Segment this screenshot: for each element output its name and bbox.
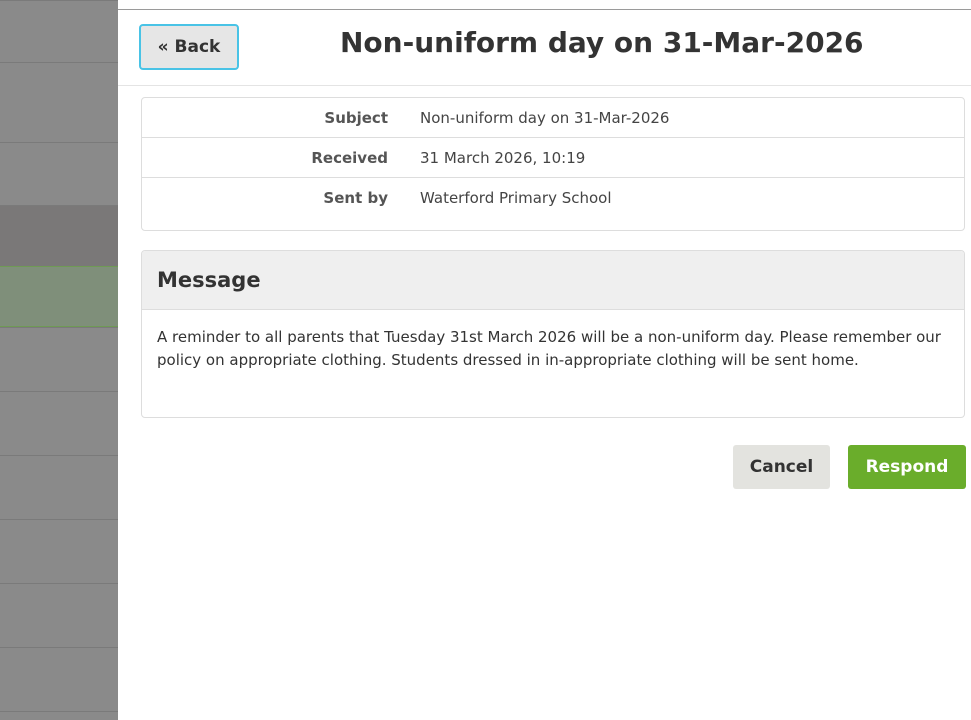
respond-button[interactable]: Respond	[848, 445, 966, 489]
message-heading: Message	[142, 251, 964, 310]
sidebar-item[interactable]	[0, 583, 118, 647]
message-details-table: Subject Non-uniform day on 31-Mar-2026 R…	[141, 97, 965, 231]
header-bar: « Back Non-uniform day on 31-Mar-2026	[118, 0, 971, 86]
sent-by-value: Waterford Primary School	[420, 188, 612, 207]
received-label: Received	[311, 148, 388, 167]
details-row-subject: Subject Non-uniform day on 31-Mar-2026	[142, 98, 964, 138]
sidebar-item[interactable]	[0, 647, 118, 711]
details-row-received: Received 31 March 2026, 10:19	[142, 138, 964, 178]
sidebar-item[interactable]	[0, 455, 118, 519]
sidebar-item[interactable]	[0, 266, 118, 327]
sidebar	[0, 0, 118, 720]
message-panel: Message A reminder to all parents that T…	[141, 250, 965, 418]
cancel-button[interactable]: Cancel	[733, 445, 830, 489]
back-button[interactable]: « Back	[139, 24, 239, 70]
sidebar-item[interactable]	[0, 205, 118, 266]
sidebar-item[interactable]	[0, 711, 118, 720]
details-row-sent-by: Sent by Waterford Primary School	[142, 178, 964, 217]
sent-by-label: Sent by	[323, 188, 388, 207]
message-view: « Back Non-uniform day on 31-Mar-2026 Su…	[118, 0, 971, 720]
sidebar-item[interactable]	[0, 327, 118, 391]
message-body: A reminder to all parents that Tuesday 3…	[157, 328, 941, 369]
header-divider	[118, 9, 971, 10]
sidebar-item[interactable]	[0, 62, 118, 142]
subject-label: Subject	[324, 108, 388, 127]
page-title: Non-uniform day on 31-Mar-2026	[340, 26, 864, 59]
subject-value: Non-uniform day on 31-Mar-2026	[420, 108, 670, 127]
sidebar-item[interactable]	[0, 0, 118, 62]
received-value: 31 March 2026, 10:19	[420, 148, 586, 167]
sidebar-item[interactable]	[0, 391, 118, 455]
sidebar-item[interactable]	[0, 142, 118, 205]
sidebar-item[interactable]	[0, 519, 118, 583]
